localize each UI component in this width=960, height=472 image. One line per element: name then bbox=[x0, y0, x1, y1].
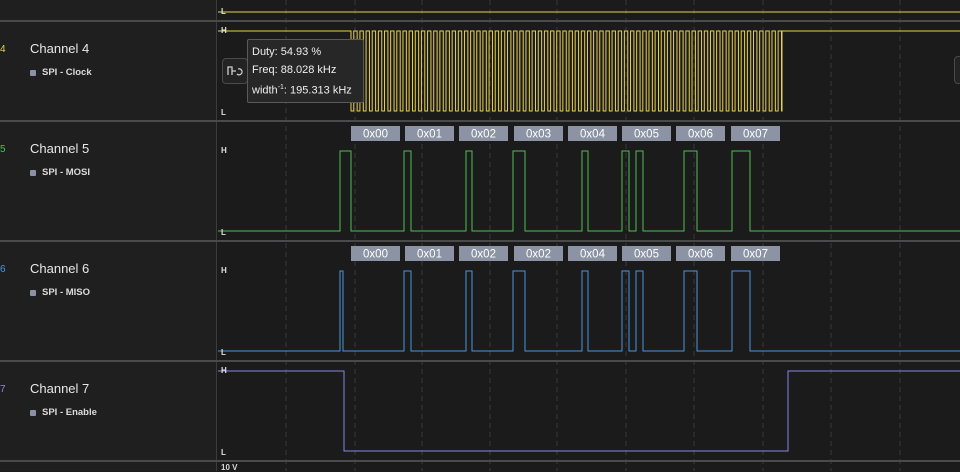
byte-bubble-label: 0x00 bbox=[363, 249, 388, 261]
byte-bubble-label: 0x01 bbox=[417, 249, 442, 261]
byte-bubble-label: 0x04 bbox=[580, 129, 606, 141]
byte-bubble-label: 0x01 bbox=[417, 129, 442, 141]
level-low-label: L bbox=[221, 108, 226, 117]
byte-bubble: 0x05 bbox=[622, 126, 671, 141]
trace-channel-5 bbox=[218, 150, 960, 232]
level-high-label: H bbox=[221, 26, 227, 35]
tooltip-width: width-1: 195.313 kHz bbox=[252, 79, 363, 100]
row-separator bbox=[0, 360, 960, 362]
byte-bubble-label: 0x03 bbox=[526, 129, 551, 141]
byte-bubble: 0x01 bbox=[405, 126, 454, 141]
byte-bubble: 0x06 bbox=[676, 246, 725, 261]
byte-bubble-label: 0x05 bbox=[634, 129, 659, 141]
level-high-label: H bbox=[221, 366, 227, 375]
byte-bubble-label: 0x02 bbox=[471, 249, 496, 261]
byte-bubble: 0x04 bbox=[568, 246, 617, 261]
byte-bubble-label: 0x05 bbox=[634, 249, 659, 261]
row-separator bbox=[0, 120, 960, 122]
tooltip-duty: Duty: 54.93 % bbox=[252, 46, 322, 58]
row-separator bbox=[0, 240, 960, 242]
byte-bubble: 0x07 bbox=[731, 126, 780, 141]
level-high-label: H bbox=[221, 146, 227, 155]
level-low-label: L bbox=[221, 7, 226, 16]
level-low-label: L bbox=[221, 228, 226, 237]
level-low-label: L bbox=[221, 448, 226, 457]
byte-bubble-label: 0x04 bbox=[580, 249, 606, 261]
byte-bubble: 0x02 bbox=[459, 126, 508, 141]
byte-bubble-label: 0x02 bbox=[526, 249, 551, 261]
byte-bubble: 0x02 bbox=[459, 246, 508, 261]
byte-bubble-label: 0x07 bbox=[743, 129, 768, 141]
byte-bubble-label: 0x02 bbox=[471, 129, 496, 141]
measure-glyph-icon bbox=[227, 66, 243, 76]
byte-bubble: 0x06 bbox=[676, 126, 725, 141]
byte-bubble: 0x05 bbox=[622, 246, 671, 261]
byte-bubble-label: 0x06 bbox=[688, 249, 713, 261]
tooltip-width-value: : 195.313 kHz bbox=[283, 84, 352, 97]
byte-bubble-label: 0x06 bbox=[688, 129, 713, 141]
byte-bubble: 0x00 bbox=[351, 246, 400, 261]
byte-bubble: 0x04 bbox=[568, 126, 617, 141]
byte-bubble: 0x01 bbox=[405, 246, 454, 261]
tooltip-freq: Freq: 88.028 kHz bbox=[252, 64, 337, 76]
level-low-label: L bbox=[221, 348, 226, 357]
byte-bubble: 0x00 bbox=[351, 126, 400, 141]
measurement-tooltip: Duty: 54.93 % Freq: 88.028 kHz width-1: … bbox=[247, 39, 364, 103]
row-separator bbox=[0, 460, 960, 462]
waveform-canvas[interactable]: 0x00 0x01 0x02 0x03 0x04 0x05 0x06 0x07 0x00 0x01… bbox=[0, 0, 960, 471]
byte-bubble: 0x03 bbox=[514, 126, 563, 141]
byte-bubble: 0x07 bbox=[731, 246, 780, 261]
trace-channel-6 bbox=[218, 270, 960, 352]
row-separator bbox=[0, 20, 960, 22]
trace-channel-7 bbox=[218, 370, 960, 452]
level-high-label: H bbox=[221, 266, 227, 275]
side-panel-toggle[interactable] bbox=[954, 56, 960, 84]
byte-bubble-label: 0x00 bbox=[363, 129, 388, 141]
byte-bubble: 0x02 bbox=[514, 246, 563, 261]
measure-icon[interactable] bbox=[222, 58, 248, 84]
byte-bubble-label: 0x07 bbox=[743, 249, 768, 261]
tooltip-width-prefix: width bbox=[252, 84, 278, 97]
